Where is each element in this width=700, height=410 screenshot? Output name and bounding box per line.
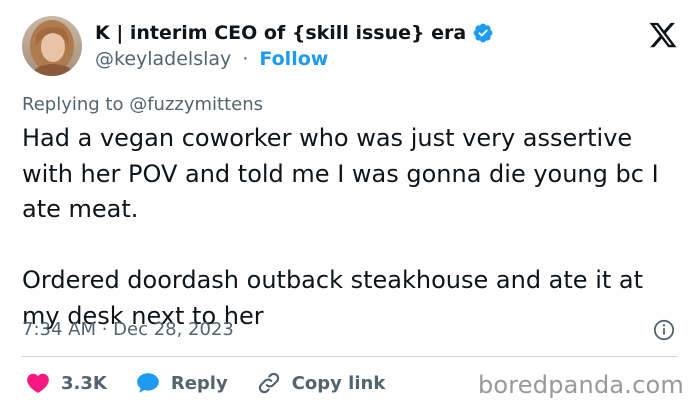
display-name[interactable]: K | interim CEO of {skill issue} era — [95, 22, 466, 44]
avatar-image — [22, 16, 82, 76]
avatar[interactable] — [22, 16, 82, 76]
handle-row: @keyladelslay · Follow — [95, 48, 328, 70]
x-logo-icon[interactable] — [648, 20, 678, 50]
reply-label: Reply — [170, 372, 228, 394]
action-bar: 3.3K Reply Copy link — [25, 370, 413, 396]
replying-to: Replying to @fuzzymittens — [22, 94, 264, 115]
author-name-row[interactable]: K | interim CEO of {skill issue} era — [95, 22, 494, 44]
handle[interactable]: @keyladelslay — [95, 48, 231, 70]
like-count: 3.3K — [61, 372, 107, 394]
reply-bubble-icon — [137, 373, 159, 393]
copy-link-label: Copy link — [291, 372, 386, 394]
divider — [22, 356, 678, 357]
timestamp[interactable]: 7:34 AM · Dec 28, 2023 — [22, 319, 234, 340]
verified-badge-icon — [473, 23, 493, 43]
reply-button[interactable]: Reply — [135, 370, 228, 396]
link-icon — [258, 372, 279, 394]
like-button[interactable]: 3.3K — [25, 370, 107, 396]
tweet-body: Had a vegan coworker who was just very a… — [22, 124, 659, 330]
watermark: boredpanda.com — [477, 371, 684, 399]
info-icon[interactable] — [653, 319, 675, 341]
heart-icon — [27, 373, 49, 393]
follow-button[interactable]: Follow — [259, 48, 328, 70]
handle-separator: · — [242, 48, 249, 70]
copy-link-button[interactable]: Copy link — [256, 370, 386, 396]
